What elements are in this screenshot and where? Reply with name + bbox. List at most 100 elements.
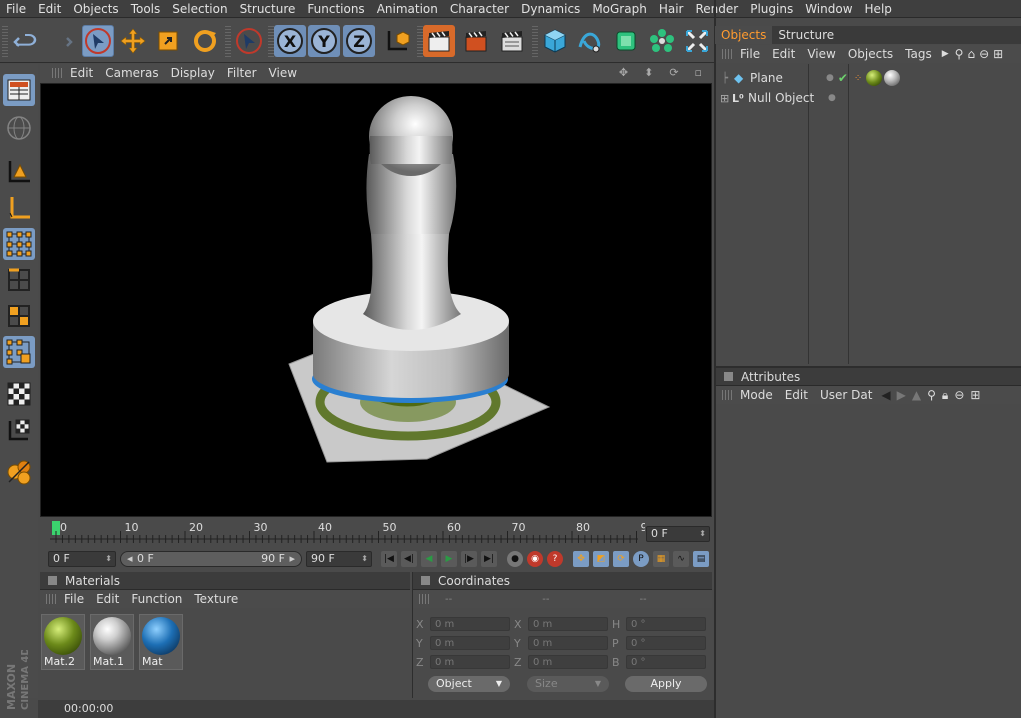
key-parameter-button[interactable]: P xyxy=(633,551,649,567)
menu-grip[interactable] xyxy=(722,49,734,59)
autokey-button[interactable]: ◉ xyxy=(527,551,543,567)
home-icon[interactable]: ⌂ xyxy=(965,47,977,61)
menu-dynamics[interactable]: Dynamics xyxy=(515,2,586,16)
menu-render[interactable]: Render xyxy=(689,2,744,16)
menu-animation[interactable]: Animation xyxy=(371,2,444,16)
keyframe-selection-button[interactable]: ? xyxy=(547,551,563,567)
texture-mode-button[interactable] xyxy=(3,378,35,410)
rot-p-field[interactable]: 0 ° xyxy=(626,636,706,650)
menu-help[interactable]: Help xyxy=(859,2,898,16)
goto-end-button[interactable]: ▶| xyxy=(481,551,497,567)
render-settings-button[interactable] xyxy=(496,25,528,57)
scale-tool-button[interactable] xyxy=(152,25,184,57)
current-frame-field[interactable]: 0 F ⬍ xyxy=(646,526,710,542)
zoom-view-icon[interactable]: ⬍ xyxy=(638,66,659,79)
menu-tools[interactable]: Tools xyxy=(125,2,167,16)
uv-points-mode-button[interactable] xyxy=(3,336,35,368)
pan-view-icon[interactable]: ✥ xyxy=(613,66,634,79)
coordinate-mode-select[interactable]: Object ▼ xyxy=(428,676,510,692)
menu-grip[interactable] xyxy=(722,390,734,400)
next-frame-button[interactable]: |▶ xyxy=(461,551,477,567)
materials-menu-edit[interactable]: Edit xyxy=(90,592,125,606)
object-name[interactable]: Plane xyxy=(750,71,806,85)
size-mode-select[interactable]: Size ▼ xyxy=(527,676,609,692)
search-icon[interactable]: ⚲ xyxy=(953,47,966,61)
toolbar-grip[interactable] xyxy=(532,25,538,57)
interpolation-button[interactable]: ∿ xyxy=(673,551,689,567)
key-scale-button[interactable]: ◩ xyxy=(593,551,609,567)
visibility-dots-icon[interactable]: ● xyxy=(826,73,834,83)
viewport-menu-display[interactable]: Display xyxy=(165,66,221,80)
y-axis-lock-button[interactable]: Y xyxy=(308,25,340,57)
attributes-menu-edit[interactable]: Edit xyxy=(779,388,814,402)
pos-z-field[interactable]: 0 m xyxy=(430,655,510,669)
min-frame-field[interactable]: 0 F ⬍ xyxy=(48,551,116,567)
menu-file[interactable]: File xyxy=(0,2,32,16)
new-manager-icon[interactable]: ⊞ xyxy=(967,388,983,402)
menu-mograph[interactable]: MoGraph xyxy=(586,2,653,16)
model-mode-button[interactable] xyxy=(3,156,35,188)
play-forward-button[interactable]: ▶ xyxy=(441,551,457,567)
menu-edit[interactable]: Edit xyxy=(32,2,67,16)
up-arrow-icon[interactable]: ▲ xyxy=(909,388,924,402)
enabled-check-icon[interactable]: ✔ xyxy=(838,71,848,85)
key-rotation-button[interactable]: ⟳ xyxy=(613,551,629,567)
timeline-window-button[interactable]: ▤ xyxy=(693,551,709,567)
size-z-field[interactable]: 0 m xyxy=(528,655,608,669)
live-selection-button[interactable] xyxy=(82,25,114,57)
toolbar-grip[interactable] xyxy=(2,25,8,57)
back-arrow-icon[interactable]: ◀ xyxy=(878,388,893,402)
toolbar-grip[interactable] xyxy=(225,25,231,57)
material-swatch[interactable]: Mat.2 xyxy=(41,614,85,670)
size-x-field[interactable]: 0 m xyxy=(528,617,608,631)
max-frame-field[interactable]: 90 F ⬍ xyxy=(306,551,372,567)
viewport-menu-filter[interactable]: Filter xyxy=(221,66,263,80)
objects-menu-objects[interactable]: Objects xyxy=(842,47,899,61)
stepper-icon[interactable]: ⬍ xyxy=(105,552,112,566)
panel-menu-icon[interactable] xyxy=(421,576,430,585)
menu-grip[interactable] xyxy=(46,594,58,604)
expand-plus-icon[interactable]: ⊞ xyxy=(720,92,732,105)
add-nurbs-button[interactable] xyxy=(610,25,642,57)
stepper-icon[interactable]: ⬍ xyxy=(361,552,368,566)
pos-y-field[interactable]: 0 m xyxy=(430,636,510,650)
goto-start-button[interactable]: |◀ xyxy=(381,551,397,567)
viewport-menu-view[interactable]: View xyxy=(263,66,303,80)
pos-x-field[interactable]: 0 m xyxy=(430,617,510,631)
3d-viewport[interactable] xyxy=(40,83,712,517)
object-mode-button[interactable] xyxy=(3,112,35,144)
menu-objects[interactable]: Objects xyxy=(67,2,124,16)
menu-structure[interactable]: Structure xyxy=(234,2,302,16)
add-deformer-button[interactable] xyxy=(681,25,713,57)
material-swatch[interactable]: Mat xyxy=(139,614,183,670)
polygons-mode-button[interactable] xyxy=(3,300,35,332)
menu-hair[interactable]: Hair xyxy=(653,2,690,16)
record-keys-button[interactable]: ● xyxy=(507,551,523,567)
preview-range-slider[interactable]: ◂ 0 F 90 F ▸ xyxy=(120,551,302,567)
objects-menu-view[interactable]: View xyxy=(801,47,841,61)
rotate-tool-button[interactable] xyxy=(189,25,221,57)
forward-arrow-icon[interactable]: ▶ xyxy=(894,388,909,402)
materials-menu-texture[interactable]: Texture xyxy=(188,592,244,606)
attributes-menu-mode[interactable]: Mode xyxy=(734,388,779,402)
objects-menu-tags[interactable]: Tags xyxy=(899,47,938,61)
play-backward-button[interactable]: ◀ xyxy=(421,551,437,567)
key-position-button[interactable]: ✥ xyxy=(573,551,589,567)
new-manager-icon[interactable]: ⊞ xyxy=(991,47,1005,61)
objects-menu-edit[interactable]: Edit xyxy=(766,47,801,61)
size-y-field[interactable]: 0 m xyxy=(528,636,608,650)
key-pla-button[interactable]: ▦ xyxy=(653,551,669,567)
range-left-arrow-icon[interactable]: ◂ xyxy=(127,552,133,566)
rot-h-field[interactable]: 0 ° xyxy=(626,617,706,631)
move-tool-button[interactable] xyxy=(117,25,149,57)
add-array-button[interactable] xyxy=(646,25,678,57)
range-right-arrow-icon[interactable]: ▸ xyxy=(289,552,295,566)
tweak-mode-button[interactable] xyxy=(3,456,35,488)
visibility-dots-icon[interactable]: ● xyxy=(828,93,836,103)
texture-axis-mode-button[interactable] xyxy=(3,414,35,446)
undo-button[interactable] xyxy=(10,25,42,57)
panel-menu-icon[interactable] xyxy=(48,576,57,585)
material-swatch[interactable]: Mat.1 xyxy=(90,614,134,670)
coordinate-system-button[interactable] xyxy=(381,25,413,57)
x-axis-lock-button[interactable]: X xyxy=(274,25,306,57)
